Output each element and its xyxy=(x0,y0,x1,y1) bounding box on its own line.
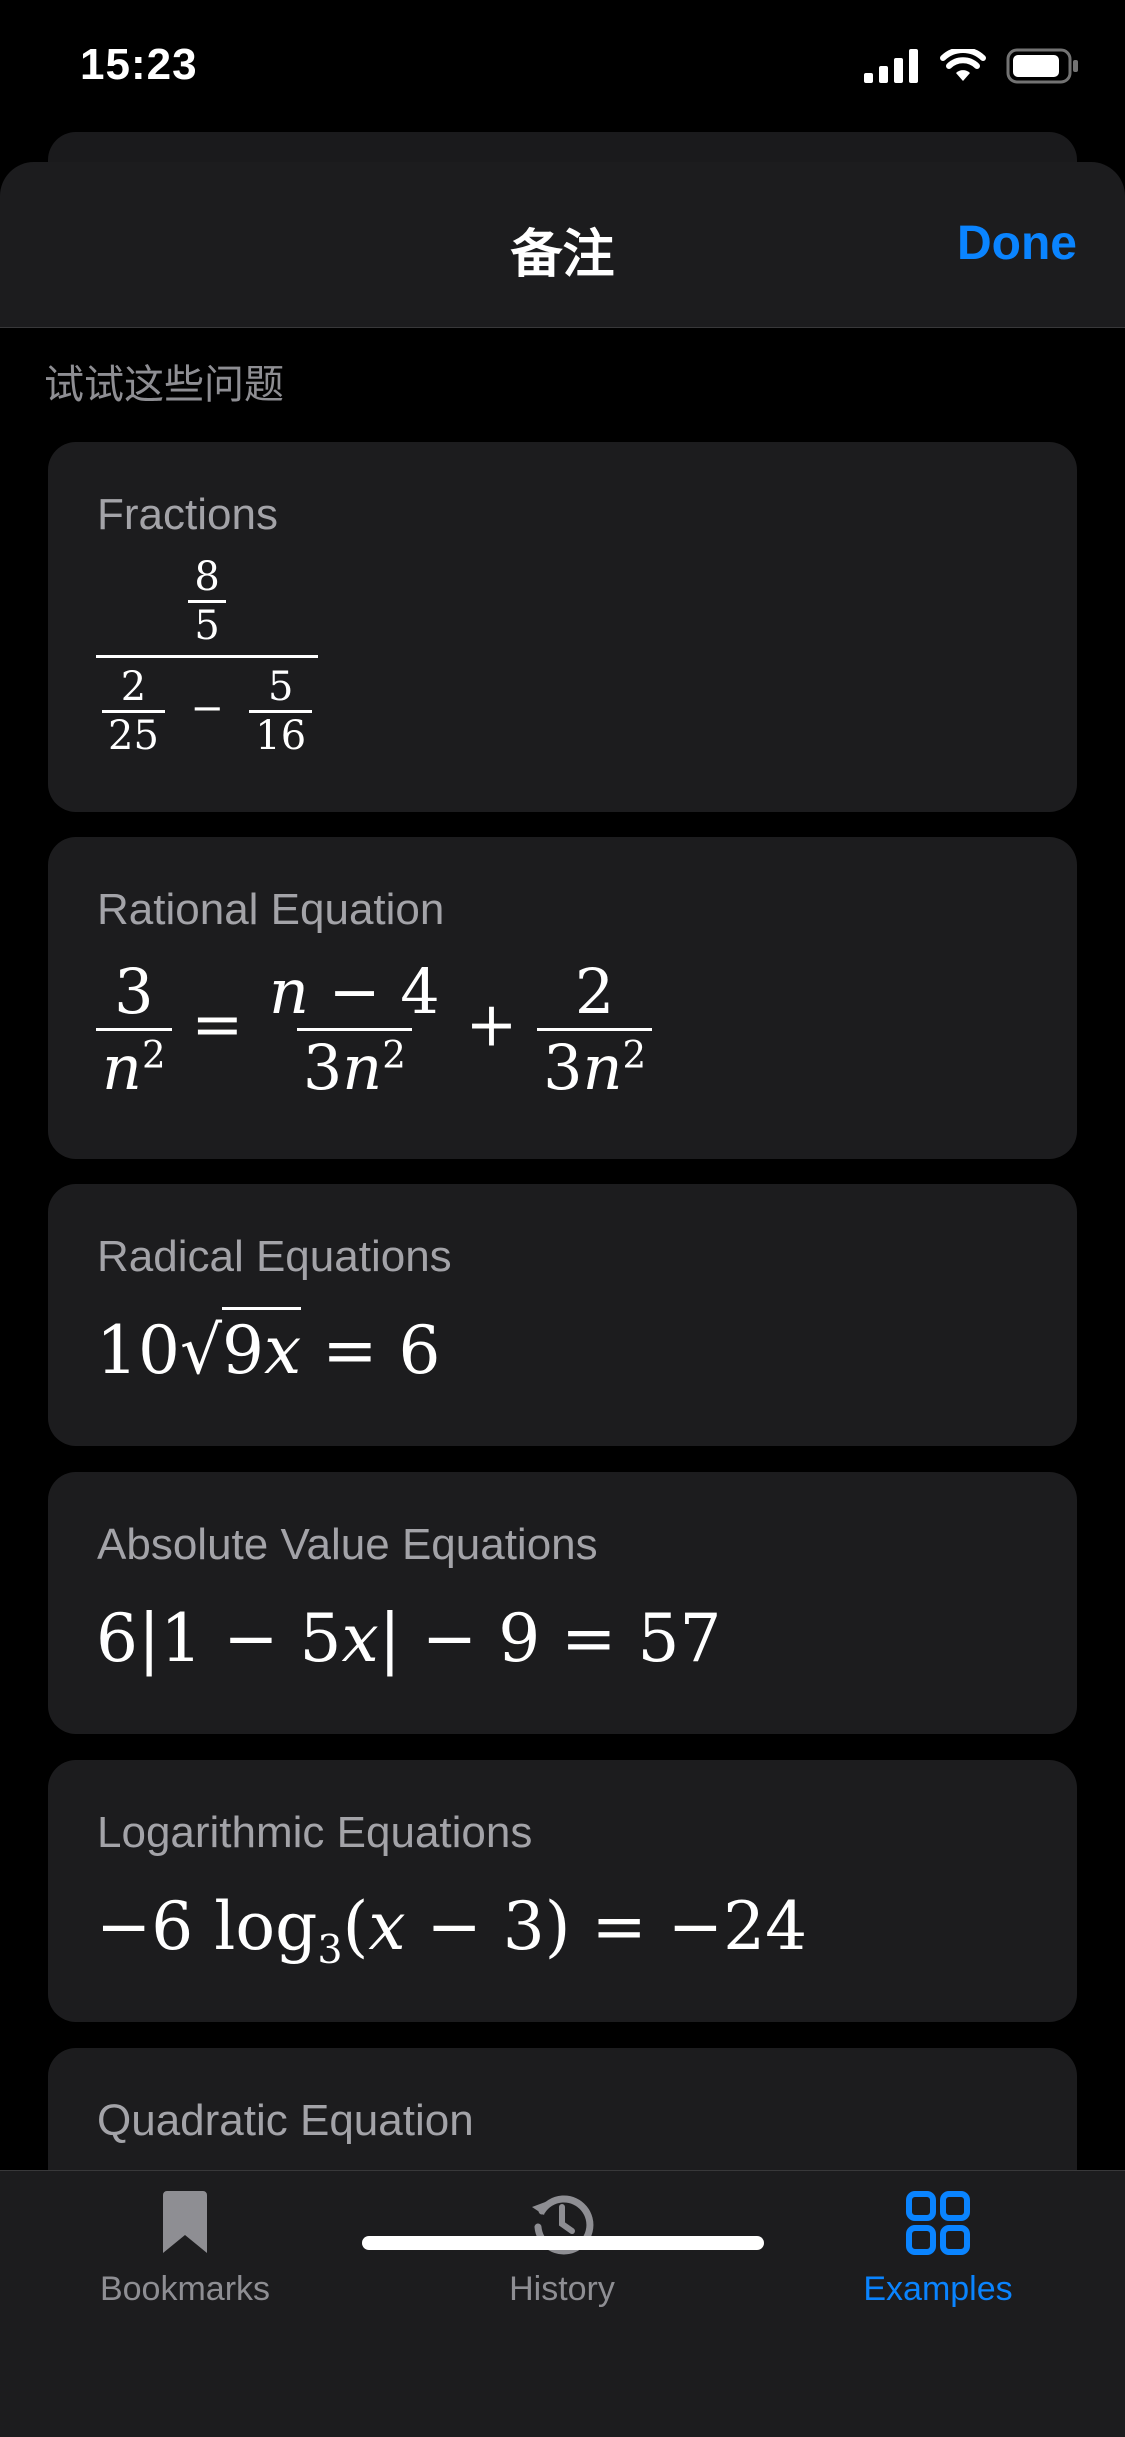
done-button[interactable]: Done xyxy=(957,216,1077,271)
fractions-formula: 85 2 25 − 5 16 xyxy=(96,554,319,759)
tab-label: Bookmarks xyxy=(99,2270,271,2308)
notes-sheet: 备注 Done 试试这些问题 Fractions 85 225 − 516 xyxy=(0,162,1125,2436)
example-card-absolute-value-equations[interactable]: Absolute Value Equations 6|1 − 5x| − 9 =… xyxy=(48,1472,1077,1734)
tab-label: History xyxy=(509,2270,615,2308)
battery-icon xyxy=(1006,48,1078,84)
home-indicator[interactable] xyxy=(362,2236,764,2250)
example-title: Absolute Value Equations xyxy=(97,1520,598,1569)
tab-label: Examples xyxy=(863,2270,1013,2308)
status-time: 15:23 xyxy=(80,40,198,89)
status-icons xyxy=(864,48,1080,84)
status-bar: 15:23 xyxy=(0,0,1125,130)
wifi-icon xyxy=(940,49,986,81)
example-card-fractions[interactable]: Fractions 85 2 25 − 5 16 xyxy=(48,442,1077,812)
tab-bar: Bookmarks History Examples xyxy=(0,2170,1125,2437)
logarithmic-formula: −6 log3(x − 3) = −24 xyxy=(96,1888,808,1974)
navigation-bar: 备注 Done xyxy=(0,162,1125,328)
tab-examples[interactable]: Examples xyxy=(788,2191,1088,2309)
rational-equation-formula: 3 n2 = n − 4 3n2 + 2 3n2 xyxy=(96,955,653,1104)
example-title: Radical Equations xyxy=(97,1232,452,1281)
section-title: 试试这些问题 xyxy=(44,362,284,408)
example-title: Quadratic Equation xyxy=(97,2096,474,2145)
radical-equation-formula: 10√9x = 6 xyxy=(96,1307,441,1389)
example-card-radical-equations[interactable]: Radical Equations 10√9x = 6 xyxy=(48,1184,1077,1446)
grid-icon xyxy=(906,2191,970,2255)
example-title: Rational Equation xyxy=(97,885,445,934)
cellular-signal-icon xyxy=(864,49,918,83)
example-card-rational-equation[interactable]: Rational Equation 3 n2 = n − 4 3n2 + 2 3n2 xyxy=(48,837,1077,1159)
example-title: Fractions xyxy=(97,490,278,539)
tab-history[interactable]: History xyxy=(412,2191,712,2309)
example-title: Logarithmic Equations xyxy=(97,1808,533,1857)
absolute-value-formula: 6|1 − 5x| − 9 = 57 xyxy=(96,1600,722,1677)
tab-bookmarks[interactable]: Bookmarks xyxy=(35,2191,335,2309)
example-card-logarithmic-equations[interactable]: Logarithmic Equations −6 log3(x − 3) = −… xyxy=(48,1760,1077,2022)
bookmark-icon xyxy=(163,2191,207,2253)
